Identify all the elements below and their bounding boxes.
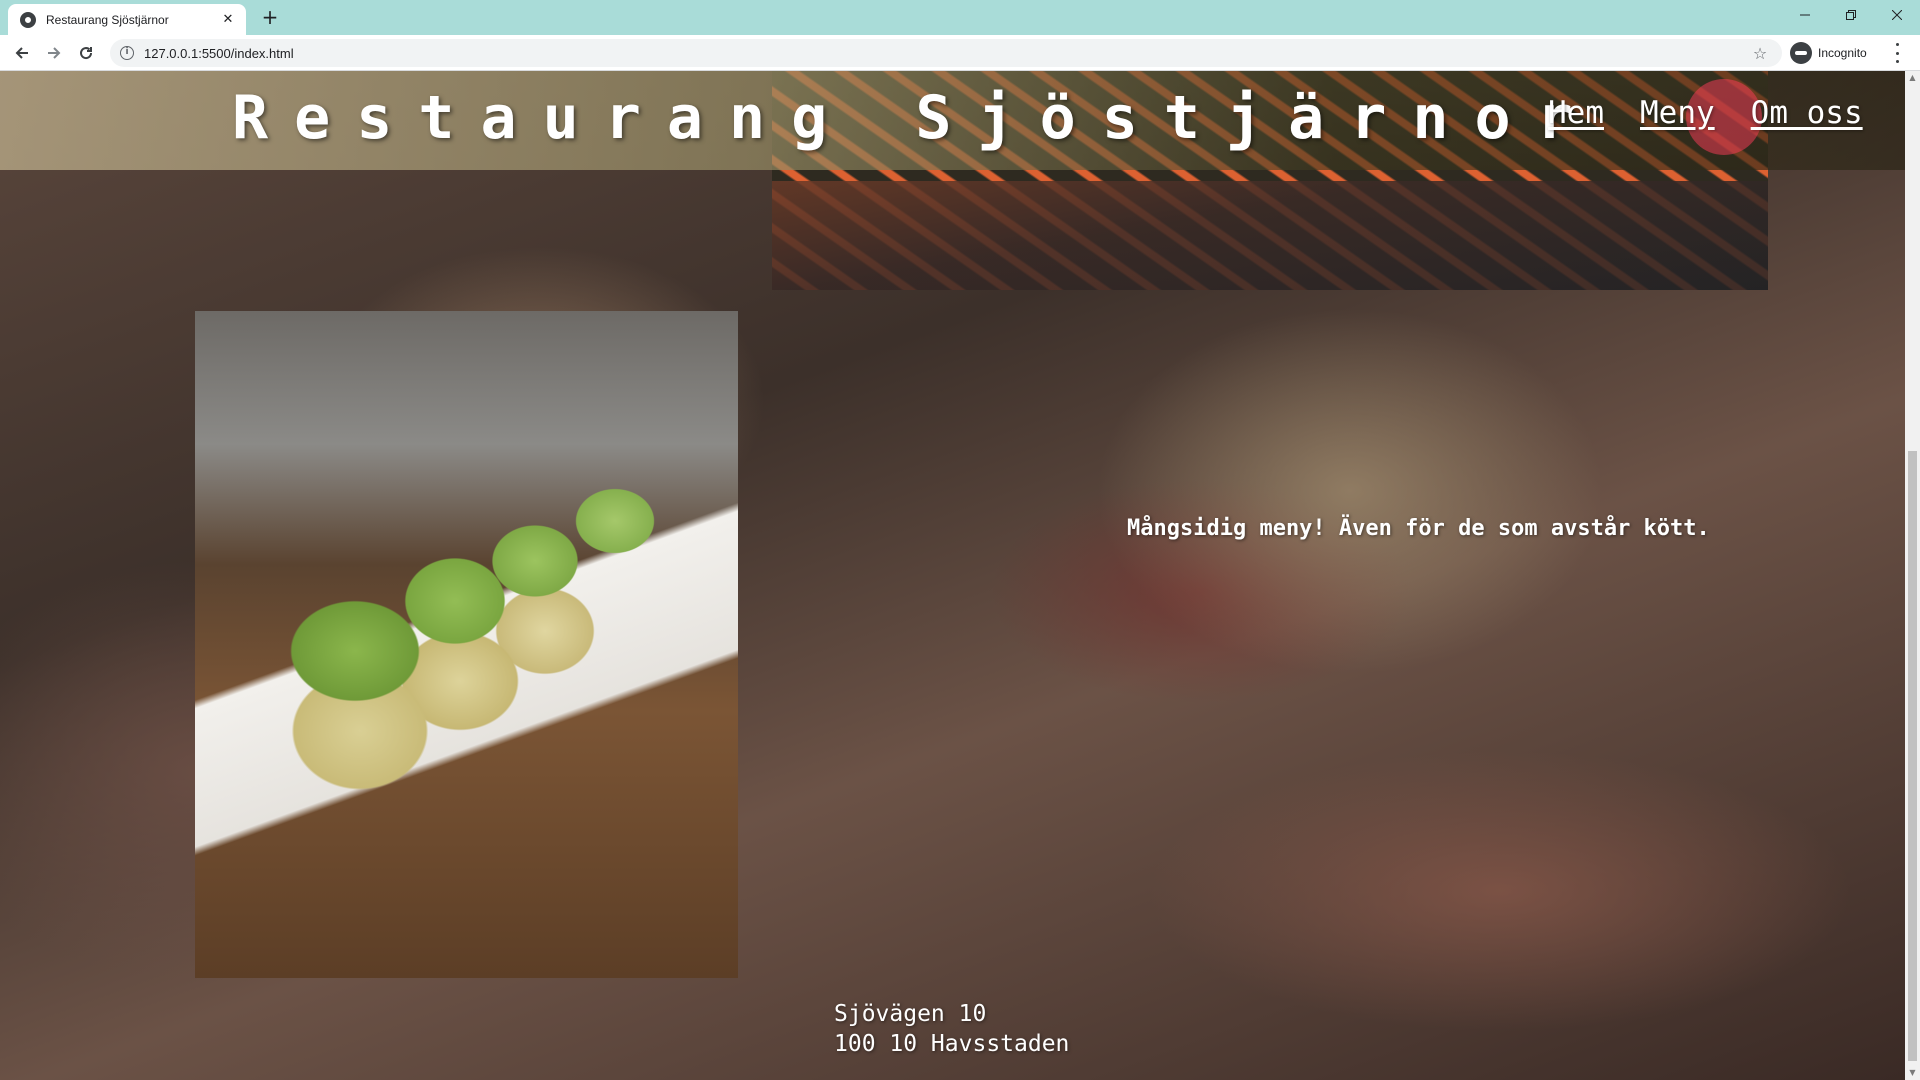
nav-link-meny[interactable]: Meny	[1640, 95, 1715, 131]
menu-tagline: Mångsidig meny! Även för de som avstår k…	[1127, 516, 1710, 541]
reload-icon	[80, 47, 93, 60]
star-icon[interactable]: ☆	[1748, 44, 1772, 63]
window-controls	[1782, 0, 1920, 30]
address-bar[interactable]: i 127.0.0.1:5500/index.html ☆	[110, 39, 1782, 67]
browser-menu-button[interactable]	[1890, 43, 1904, 63]
page-scrollbar[interactable]: ▲ ▼	[1905, 71, 1920, 1080]
restore-button[interactable]	[1828, 0, 1874, 30]
info-icon[interactable]: i	[120, 46, 134, 60]
close-window-button[interactable]	[1874, 0, 1920, 30]
page-viewport: Restaurang Sjöstjärnor Hem Meny Om oss M…	[0, 71, 1905, 1080]
scroll-down-arrow-icon[interactable]: ▼	[1905, 1066, 1920, 1080]
scrollbar-thumb[interactable]	[1908, 451, 1917, 1061]
site-nav: Hem Meny Om oss	[1548, 95, 1863, 131]
address-city: 100 10 Havsstaden	[834, 1031, 1070, 1057]
sushi-image	[195, 311, 738, 978]
browser-tab[interactable]: Restaurang Sjöstjärnor ✕	[8, 4, 246, 35]
scroll-up-arrow-icon[interactable]: ▲	[1905, 71, 1920, 85]
tab-title: Restaurang Sjöstjärnor	[46, 12, 169, 27]
globe-icon	[20, 11, 36, 28]
nav-link-om-oss[interactable]: Om oss	[1751, 95, 1863, 131]
arrow-left-icon	[15, 47, 28, 59]
nav-link-hem[interactable]: Hem	[1548, 95, 1604, 131]
minimize-icon	[1800, 14, 1810, 16]
incognito-profile[interactable]: Incognito	[1790, 40, 1867, 66]
tab-close-button[interactable]: ✕	[220, 12, 236, 27]
site-title: Restaurang Sjöstjärnor	[232, 83, 1599, 153]
address: Sjövägen 10 100 10 Havsstaden	[834, 999, 1069, 1059]
browser-tab-bar: Restaurang Sjöstjärnor ✕ +	[0, 0, 1920, 35]
restore-icon	[1846, 10, 1856, 20]
close-icon	[1892, 10, 1902, 20]
url-text[interactable]: 127.0.0.1:5500/index.html	[144, 46, 1748, 61]
new-tab-button[interactable]: +	[258, 6, 282, 30]
incognito-label: Incognito	[1818, 46, 1867, 60]
lobster-image-board	[772, 181, 1768, 290]
browser-toolbar: i 127.0.0.1:5500/index.html ☆ Incognito	[0, 35, 1920, 71]
reload-button[interactable]	[74, 41, 98, 65]
arrow-right-icon	[48, 47, 61, 59]
minimize-button[interactable]	[1782, 0, 1828, 30]
back-button[interactable]	[10, 41, 34, 65]
incognito-icon	[1790, 42, 1812, 64]
forward-button[interactable]	[42, 41, 66, 65]
address-street: Sjövägen 10	[834, 1001, 987, 1027]
